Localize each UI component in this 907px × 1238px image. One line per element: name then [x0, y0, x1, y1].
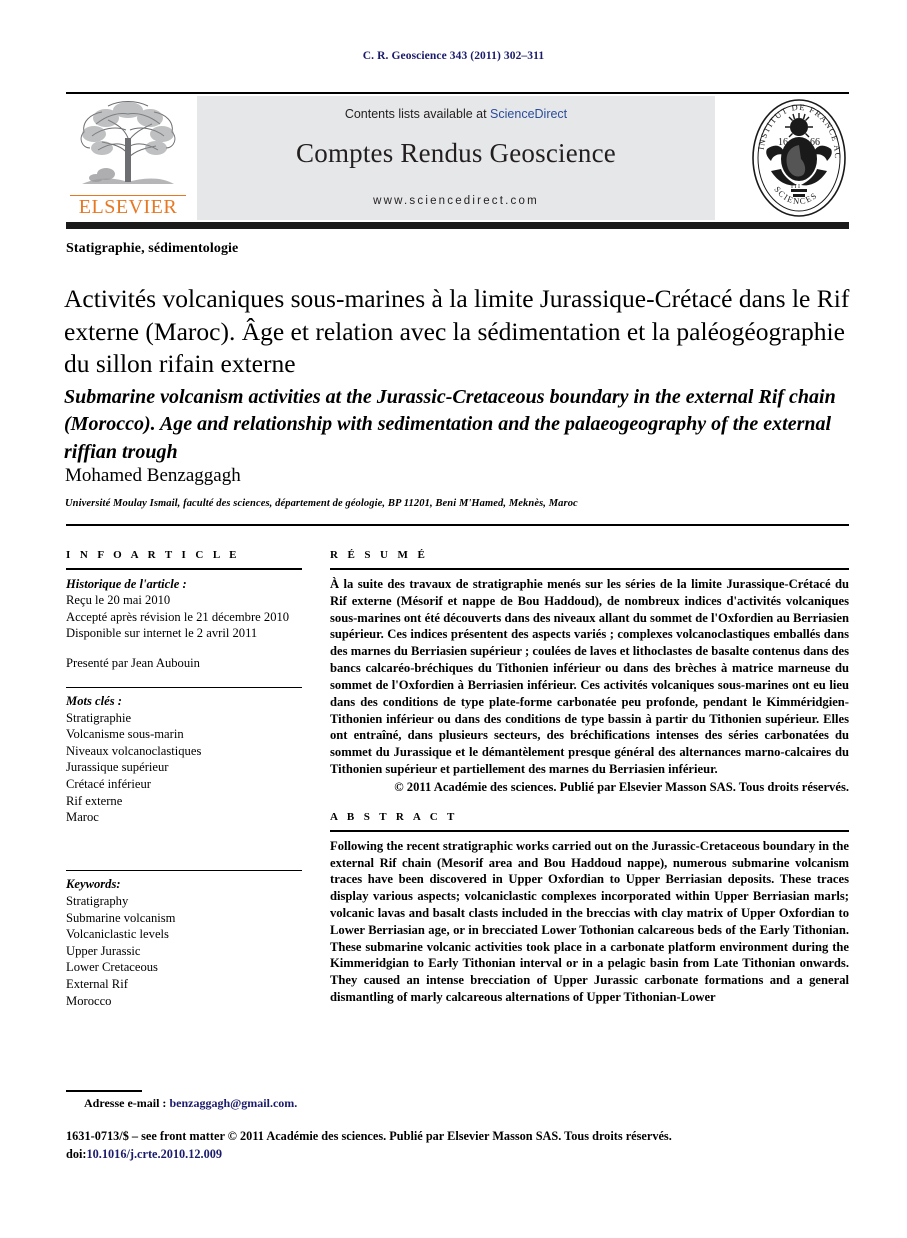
abstract-gap	[330, 795, 849, 811]
doi-link[interactable]: 10.1016/j.crte.2010.12.009	[87, 1147, 223, 1161]
presented-by: Presenté par Jean Aubouin	[66, 655, 200, 670]
keyword-en-item: Lower Cretaceous	[66, 960, 158, 975]
author-affiliation: Université Moulay Ismail, faculté des sc…	[65, 498, 578, 509]
journal-url[interactable]: www.sciencedirect.com	[197, 195, 715, 207]
email-link[interactable]: benzaggagh@gmail.com.	[169, 1096, 297, 1110]
keywords-french: Mots clés : Stratigraphie Volcanisme sou…	[66, 693, 302, 826]
history-spacer	[66, 642, 302, 655]
masthead-band: Contents lists available at ScienceDirec…	[197, 96, 715, 220]
keyword-en-item: Stratigraphy	[66, 894, 129, 909]
elsevier-logo: ELSEVIER	[66, 96, 189, 220]
email-label: Adresse e-mail :	[84, 1096, 167, 1110]
doi-label: doi:	[66, 1146, 87, 1161]
footnote-rule	[66, 1090, 142, 1092]
academie-des-sciences-seal-icon: INSTITUT DE FRANCE ACADEMIE DES SCIENCES…	[749, 97, 846, 217]
abstract-heading: A B S T R A C T	[330, 810, 458, 823]
footer-doi-line: doi:10.1016/j.crte.2010.12.009	[66, 1146, 856, 1164]
journal-title: Comptes Rendus Geoscience	[296, 138, 616, 168]
keywords-english: Keywords: Stratigraphy Submarine volcani…	[66, 876, 302, 1009]
resume-heading: R É S U M É	[330, 549, 429, 561]
abstract-text: Following the recent stratigraphic works…	[330, 838, 849, 1005]
author-name: Mohamed Benzaggagh	[65, 465, 241, 486]
history-accepted: Accepté après révision le 21 décembre 20…	[66, 609, 290, 624]
contents-prefix: Contents lists available at	[344, 107, 491, 121]
keyword-fr-item: Volcanisme sous-marin	[66, 727, 184, 742]
keyword-en-item: Morocco	[66, 993, 112, 1008]
keywords-en-label: Keywords:	[66, 877, 121, 892]
resume-rule	[330, 568, 849, 570]
sciencedirect-link[interactable]: ScienceDirect	[490, 107, 567, 121]
keyword-fr-item: Jurassique supérieur	[66, 760, 169, 775]
page-title-french: Activités volcaniques sous-marines à la …	[64, 284, 850, 379]
abstract-rule	[330, 829, 849, 832]
page-title-english: Submarine volcanism activities at the Ju…	[64, 385, 836, 463]
masthead-top-rule	[66, 92, 849, 94]
keyword-en-item: Volcaniclastic levels	[66, 927, 169, 942]
article-history-label: Historique de l'article :	[66, 576, 187, 591]
article-section-label: Statigraphie, sédimentologie	[66, 241, 239, 256]
page-footer: 1631-0713/$ – see front matter © 2011 Ac…	[66, 1128, 856, 1164]
keyword-en-item: External Rif	[66, 977, 128, 992]
keyword-fr-item: Crétacé inférieur	[66, 777, 151, 792]
svg-text:I I I: I I I	[791, 184, 800, 190]
info-article-column: I N F O A R T I C L E Historique de l'ar…	[66, 549, 302, 1009]
history-received: Reçu le 20 mai 2010	[66, 593, 171, 608]
running-head: C. R. Geoscience 343 (2011) 302–311	[362, 50, 545, 62]
resume-text: À la suite des travaux de stratigraphie …	[330, 577, 849, 776]
article-first-page: C. R. Geoscience 343 (2011) 302–311 ELSE…	[0, 0, 907, 1238]
author-email-footnote: Adresse e-mail : benzaggagh@gmail.com.	[84, 1096, 297, 1111]
history-online: Disponible sur internet le 2 avril 2011	[66, 626, 258, 641]
article-history: Historique de l'article : Reçu le 20 mai…	[66, 576, 302, 672]
keywords-fr-rule	[66, 686, 302, 689]
footer-frontmatter: 1631-0713/$ – see front matter © 2011 Ac…	[66, 1129, 672, 1143]
keyword-fr-item: Rif externe	[66, 793, 123, 808]
resume-copyright: © 2011 Académie des sciences. Publié par…	[394, 779, 849, 794]
keywords-fr-label: Mots clés :	[66, 694, 122, 709]
keyword-fr-item: Niveaux volcanoclastiques	[66, 743, 202, 758]
contents-lists-line: Contents lists available at ScienceDirec…	[197, 107, 715, 121]
elsevier-wordmark: ELSEVIER	[70, 195, 186, 218]
elsevier-tree-icon	[80, 101, 176, 184]
journal-masthead: ELSEVIER Contents lists available at Sci…	[66, 96, 849, 220]
masthead-bottom-rule	[66, 222, 849, 229]
abstracts-column: R É S U M É À la suite des travaux de st…	[330, 549, 849, 1006]
keyword-fr-item: Stratigraphie	[66, 710, 132, 725]
info-article-rule	[66, 568, 302, 570]
info-article-heading: I N F O A R T I C L E	[66, 549, 240, 561]
keywords-en-rule	[66, 869, 302, 872]
affiliation-rule	[66, 524, 849, 526]
keyword-fr-item: Maroc	[66, 810, 99, 825]
keyword-en-item: Submarine volcanism	[66, 910, 176, 925]
keyword-en-item: Upper Jurassic	[66, 943, 141, 958]
